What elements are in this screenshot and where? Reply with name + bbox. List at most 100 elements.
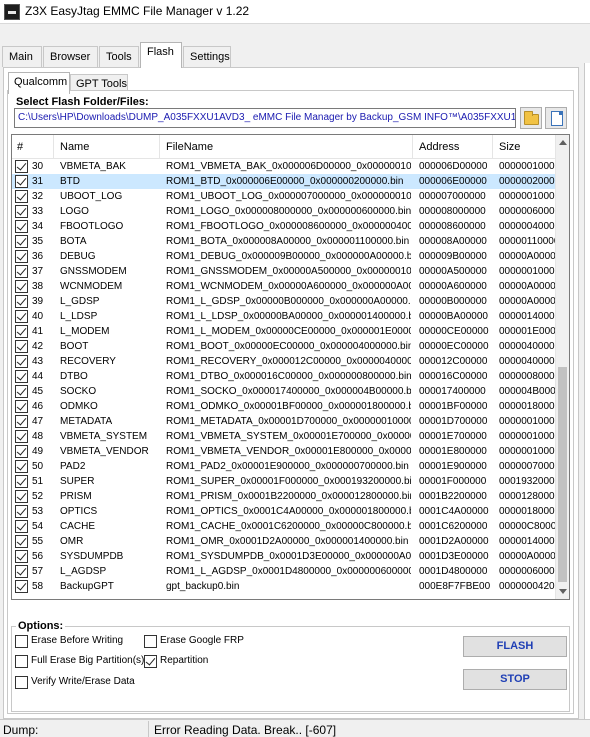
table-row[interactable]: 43 RECOVERY ROM1_RECOVERY_0x000012C00000_0…: [12, 354, 555, 369]
partition-table[interactable]: # Name FileName Address Size 30 VBMETA_BA…: [11, 134, 570, 600]
table-row[interactable]: 51 SUPER ROM1_SUPER_0x00001F000000_0x00019…: [12, 474, 555, 489]
table-row[interactable]: 45 SOCKO ROM1_SOCKO_0x000017400000_0x00000…: [12, 384, 555, 399]
column-divider[interactable]: [492, 135, 493, 159]
row-checkbox[interactable]: [15, 400, 28, 413]
row-size: 00000080000: [499, 371, 555, 382]
row-checkbox[interactable]: [15, 415, 28, 428]
row-filename: ROM1_L_MODEM_0x00000CE00000_0x000001E000…: [166, 326, 411, 337]
table-row[interactable]: 37 GNSSMODEM ROM1_GNSSMODEM_0x00000A500000…: [12, 264, 555, 279]
checkbox[interactable]: [15, 635, 28, 648]
table-row[interactable]: 39 L_GDSP ROM1_L_GDSP_0x00000B000000_0x000…: [12, 294, 555, 309]
table-row[interactable]: 40 L_LDSP ROM1_L_LDSP_0x00000BA00000_0x000…: [12, 309, 555, 324]
table-row[interactable]: 35 BOTA ROM1_BOTA_0x000008A00000_0x0000011…: [12, 234, 555, 249]
row-size: 00000060000: [499, 566, 555, 577]
row-checkbox[interactable]: [15, 460, 28, 473]
table-row[interactable]: 30 VBMETA_BAK ROM1_VBMETA_BAK_0x000006D000…: [12, 159, 555, 174]
table-row[interactable]: 56 SYSDUMPDB ROM1_SYSDUMPDB_0x0001D3E00000…: [12, 549, 555, 564]
table-row[interactable]: 32 UBOOT_LOG ROM1_UBOOT_LOG_0x000007000000…: [12, 189, 555, 204]
row-checkbox[interactable]: [15, 520, 28, 533]
scroll-down-arrow-icon[interactable]: [559, 589, 567, 594]
table-row[interactable]: 52 PRISM ROM1_PRISM_0x0001B2200000_0x00001…: [12, 489, 555, 504]
column-header-number[interactable]: #: [17, 141, 23, 153]
table-row[interactable]: 53 OPTICS ROM1_OPTICS_0x0001C4A00000_0x000…: [12, 504, 555, 519]
row-checkbox[interactable]: [15, 235, 28, 248]
table-row[interactable]: 58 BackupGPT gpt_backup0.bin 000E8F7FBE00 00…: [12, 579, 555, 594]
table-row[interactable]: 31 BTD ROM1_BTD_0x000006E00000_0x000000200…: [12, 174, 555, 189]
row-checkbox[interactable]: [15, 325, 28, 338]
table-row[interactable]: 41 L_MODEM ROM1_L_MODEM_0x00000CE00000_0x0…: [12, 324, 555, 339]
row-checkbox[interactable]: [15, 370, 28, 383]
table-row[interactable]: 36 DEBUG ROM1_DEBUG_0x000009B00000_0x00000…: [12, 249, 555, 264]
row-checkbox[interactable]: [15, 295, 28, 308]
flash-button[interactable]: FLASH: [463, 636, 567, 657]
row-checkbox[interactable]: [15, 580, 28, 593]
row-checkbox[interactable]: [15, 265, 28, 278]
row-checkbox[interactable]: [15, 355, 28, 368]
tab-browser[interactable]: Browser: [43, 46, 98, 67]
checkbox[interactable]: [144, 655, 157, 668]
column-divider[interactable]: [159, 135, 160, 159]
vertical-scrollbar[interactable]: [555, 135, 569, 599]
row-checkbox[interactable]: [15, 190, 28, 203]
tab-tools[interactable]: Tools: [99, 46, 139, 67]
table-row[interactable]: 50 PAD2 ROM1_PAD2_0x00001E900000_0x0000007…: [12, 459, 555, 474]
browse-folder-button[interactable]: [520, 107, 542, 129]
row-checkbox[interactable]: [15, 280, 28, 293]
column-header-address[interactable]: Address: [419, 141, 459, 153]
row-checkbox[interactable]: [15, 445, 28, 458]
table-row[interactable]: 46 ODMKO ROM1_ODMKO_0x00001BF00000_0x00000…: [12, 399, 555, 414]
row-size: 00000400000: [499, 341, 555, 352]
subtab-qualcomm[interactable]: Qualcomm: [8, 72, 70, 94]
row-checkbox[interactable]: [15, 160, 28, 173]
tab-settings[interactable]: Settings: [183, 46, 231, 67]
row-checkbox[interactable]: [15, 505, 28, 518]
row-checkbox[interactable]: [15, 310, 28, 323]
tab-flash[interactable]: Flash: [140, 42, 182, 68]
row-checkbox[interactable]: [15, 340, 28, 353]
table-row[interactable]: 47 METADATA ROM1_METADATA_0x00001D700000_0…: [12, 414, 555, 429]
row-checkbox[interactable]: [15, 430, 28, 443]
table-row[interactable]: 57 L_AGDSP ROM1_L_AGDSP_0x0001D4800000_0x0…: [12, 564, 555, 579]
column-divider[interactable]: [53, 135, 54, 159]
row-checkbox[interactable]: [15, 565, 28, 578]
checkbox[interactable]: [15, 655, 28, 668]
table-row[interactable]: 42 BOOT ROM1_BOOT_0x00000EC00000_0x0000040…: [12, 339, 555, 354]
row-checkbox[interactable]: [15, 475, 28, 488]
row-checkbox[interactable]: [15, 250, 28, 263]
row-checkbox[interactable]: [15, 535, 28, 548]
column-header-filename[interactable]: FileName: [166, 141, 213, 153]
table-row[interactable]: 48 VBMETA_SYSTEM ROM1_VBMETA_SYSTEM_0x0000…: [12, 429, 555, 444]
table-row[interactable]: 38 WCNMODEM ROM1_WCNMODEM_0x00000A600000_0…: [12, 279, 555, 294]
row-checkbox[interactable]: [15, 385, 28, 398]
table-row[interactable]: 55 OMR ROM1_OMR_0x0001D2A00000_0x000001400…: [12, 534, 555, 549]
scrollbar-thumb[interactable]: [558, 367, 567, 582]
flash-path-input[interactable]: C:\Users\HP\Downloads\DUMP_A035FXXU1AVD3…: [14, 108, 516, 128]
row-size: 00000140000: [499, 311, 555, 322]
table-row[interactable]: 44 DTBO ROM1_DTBO_0x000016C00000_0x0000008…: [12, 369, 555, 384]
table-row[interactable]: 49 VBMETA_VENDOR ROM1_VBMETA_VENDOR_0x0000…: [12, 444, 555, 459]
scroll-up-arrow-icon[interactable]: [559, 140, 567, 145]
row-size: 00000070000: [499, 461, 555, 472]
row-number: 37: [32, 266, 44, 277]
row-checkbox[interactable]: [15, 490, 28, 503]
row-name: L_MODEM: [60, 326, 110, 337]
status-bar: Dump: Error Reading Data. Break.. [-607]: [0, 719, 590, 737]
row-checkbox[interactable]: [15, 205, 28, 218]
row-checkbox[interactable]: [15, 175, 28, 188]
row-address: 0001C6200000: [419, 521, 488, 532]
column-header-size[interactable]: Size: [499, 141, 520, 153]
row-size: 00000010000: [499, 161, 555, 172]
table-row[interactable]: 34 FBOOTLOGO ROM1_FBOOTLOGO_0x000008600000…: [12, 219, 555, 234]
table-row[interactable]: 33 LOGO ROM1_LOGO_0x000008000000_0x0000006…: [12, 204, 555, 219]
checkbox[interactable]: [144, 635, 157, 648]
tab-main[interactable]: Main: [2, 46, 42, 67]
stop-button[interactable]: STOP: [463, 669, 567, 690]
table-row[interactable]: 54 CACHE ROM1_CACHE_0x0001C6200000_0x00000…: [12, 519, 555, 534]
row-checkbox[interactable]: [15, 550, 28, 563]
browse-file-button[interactable]: [545, 107, 567, 129]
option-label: Full Erase Big Partition(s): [31, 655, 145, 666]
row-checkbox[interactable]: [15, 220, 28, 233]
checkbox[interactable]: [15, 676, 28, 689]
column-header-name[interactable]: Name: [60, 141, 89, 153]
column-divider[interactable]: [412, 135, 413, 159]
